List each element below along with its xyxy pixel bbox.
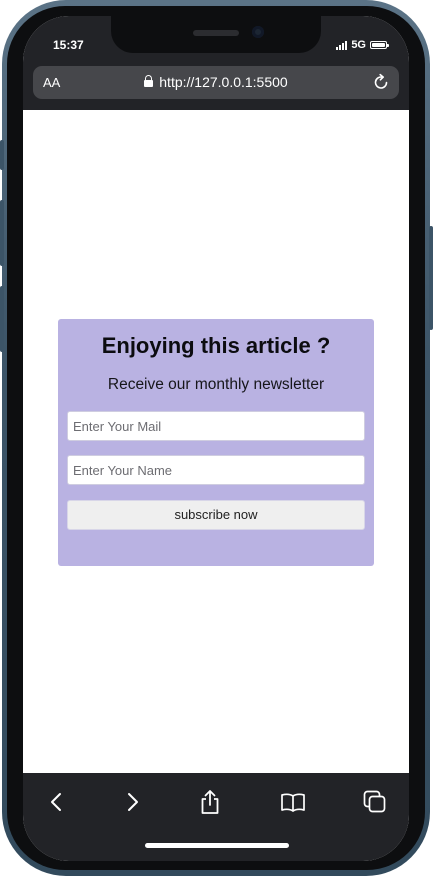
newsletter-card: Enjoying this article ? Receive our mont… <box>58 319 374 566</box>
battery-icon <box>370 41 389 49</box>
lock-icon <box>144 75 154 87</box>
reload-icon[interactable] <box>371 72 391 92</box>
url-text: http://127.0.0.1:5500 <box>159 74 288 90</box>
speaker <box>193 30 239 36</box>
power-button <box>429 226 433 330</box>
forward-icon[interactable] <box>118 788 146 816</box>
notch <box>111 16 321 53</box>
volume-down-button <box>0 286 4 352</box>
subscribe-button[interactable]: subscribe now <box>67 500 365 530</box>
status-time: 15:37 <box>53 38 84 52</box>
phone-screen: 15:37 5G AA http://127.0.0.1:5500 Enjoyi… <box>23 16 409 861</box>
tabs-icon[interactable] <box>361 788 389 816</box>
back-icon[interactable] <box>43 788 71 816</box>
email-field[interactable] <box>67 411 365 441</box>
address-bar[interactable]: AA http://127.0.0.1:5500 <box>33 66 399 99</box>
volume-up-button <box>0 200 4 266</box>
signal-icon <box>336 40 348 50</box>
status-icons: 5G <box>336 39 389 51</box>
newsletter-subtitle: Receive our monthly newsletter <box>107 376 325 393</box>
front-camera <box>252 26 264 38</box>
browser-top-bar: 15:37 5G AA http://127.0.0.1:5500 <box>23 16 409 110</box>
newsletter-title: Enjoying this article ? <box>101 333 331 358</box>
name-field[interactable] <box>67 455 365 485</box>
page-content: Enjoying this article ? Receive our mont… <box>23 110 409 773</box>
mute-switch <box>0 140 4 170</box>
share-icon[interactable] <box>196 788 224 816</box>
url-display[interactable]: http://127.0.0.1:5500 <box>33 74 399 90</box>
home-indicator[interactable] <box>145 843 289 848</box>
network-label: 5G <box>351 39 366 51</box>
browser-toolbar <box>23 773 409 861</box>
bookmarks-icon[interactable] <box>279 788 307 816</box>
